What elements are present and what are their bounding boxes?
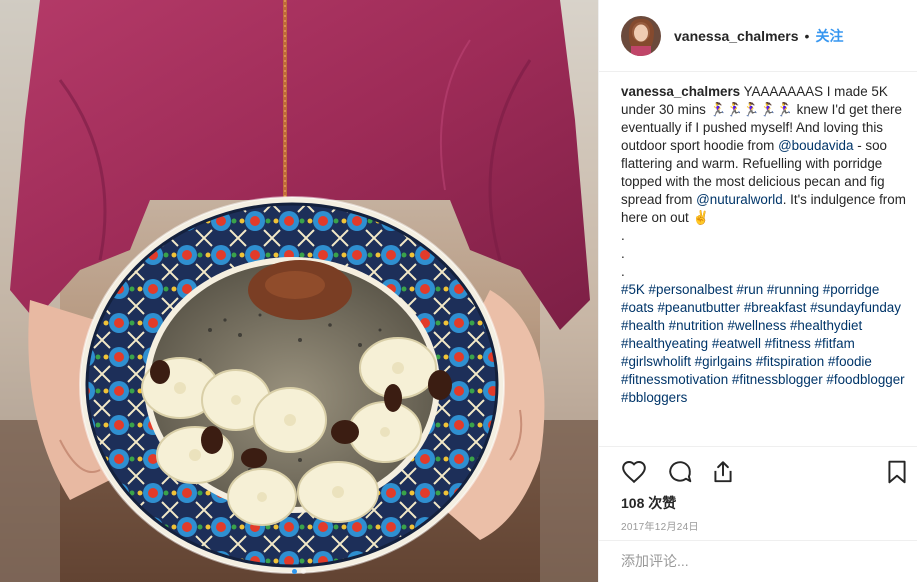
- post-image: [0, 0, 598, 582]
- comment-bubble-icon[interactable]: [667, 459, 693, 485]
- heart-icon[interactable]: [621, 459, 647, 485]
- carousel-indicator: [0, 569, 598, 574]
- mention-link[interactable]: @boudavida: [778, 138, 853, 153]
- like-count[interactable]: 108 次赞: [621, 493, 676, 513]
- comment-box: [599, 540, 917, 582]
- header-username[interactable]: vanessa_chalmers: [674, 28, 799, 44]
- caption-dots: . . .: [621, 228, 625, 279]
- separator-dot: •: [804, 27, 810, 44]
- mention-link[interactable]: @nuturalworld: [696, 192, 783, 207]
- follow-button[interactable]: 关注: [815, 26, 843, 46]
- avatar[interactable]: [621, 15, 661, 56]
- post-caption: vanessa_chalmers YAAAAAAAS I made 5K und…: [621, 83, 911, 407]
- comment-input[interactable]: [621, 553, 901, 569]
- bookmark-icon[interactable]: [884, 459, 910, 485]
- share-upload-icon[interactable]: [710, 459, 736, 485]
- caption-username[interactable]: vanessa_chalmers: [621, 84, 740, 99]
- carousel-dot-active[interactable]: [292, 569, 297, 574]
- post-photo: [0, 0, 598, 582]
- post-date[interactable]: 2017年12月24日: [621, 518, 699, 533]
- post-sidebar: vanessa_chalmers • 关注 vanessa_chalmers Y…: [598, 0, 917, 582]
- post-header: vanessa_chalmers • 关注: [599, 0, 917, 72]
- avatar-image: [621, 15, 661, 56]
- hashtag-list[interactable]: #5K #personalbest #run #running #porridg…: [621, 282, 905, 405]
- carousel-dot[interactable]: [301, 569, 306, 574]
